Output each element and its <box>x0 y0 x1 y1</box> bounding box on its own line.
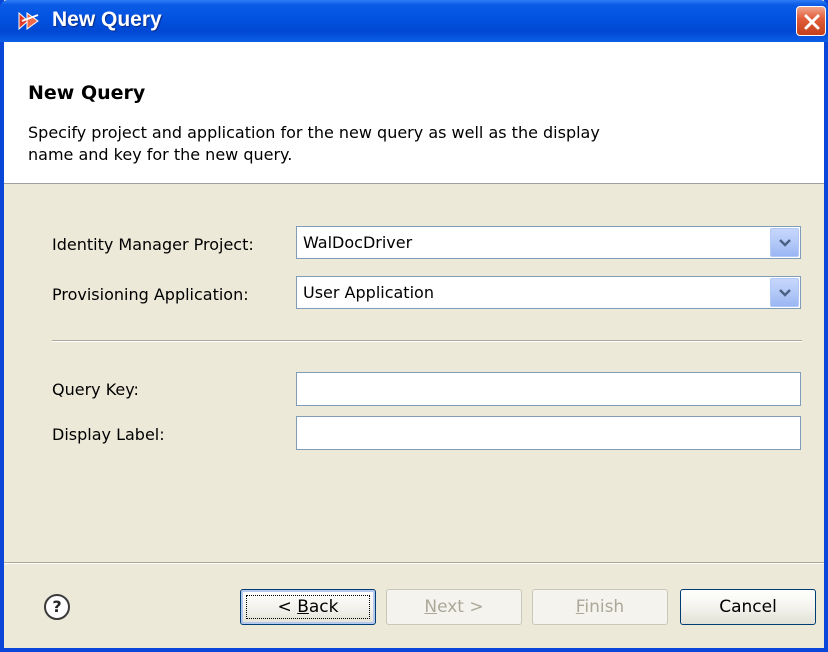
window-title: New Query <box>52 8 162 31</box>
back-prefix: < <box>277 597 298 617</box>
back-mnemonic: B <box>297 597 309 617</box>
next-mnemonic: N <box>424 597 438 617</box>
button-bar-separator <box>4 562 824 564</box>
back-rest: ack <box>308 597 339 617</box>
description-line-2: name and key for the new query. <box>28 145 293 164</box>
query-key-label: Query Key: <box>52 380 139 399</box>
display-label-label: Display Label: <box>52 425 165 444</box>
next-button[interactable]: Next > <box>386 589 522 625</box>
new-query-dialog: New Query New Query Specify project and … <box>0 0 828 652</box>
back-button[interactable]: < Back <box>240 589 376 625</box>
project-combo[interactable]: WalDocDriver <box>296 226 801 259</box>
next-rest: ext > <box>437 597 484 617</box>
close-button[interactable] <box>796 6 826 36</box>
title-bar[interactable]: New Query <box>0 0 828 42</box>
form-separator <box>52 340 802 342</box>
cancel-label: Cancel <box>719 597 777 617</box>
application-label: Provisioning Application: <box>52 285 249 304</box>
project-combo-value: WalDocDriver <box>303 233 413 252</box>
page-title: New Query <box>28 82 146 104</box>
wizard-header: New Query Specify project and applicatio… <box>4 42 824 184</box>
application-combo[interactable]: User Application <box>296 276 801 309</box>
query-key-input[interactable] <box>296 372 801 406</box>
display-label-input[interactable] <box>296 416 801 450</box>
help-icon[interactable]: ? <box>44 594 70 620</box>
application-combo-dropdown-button[interactable] <box>770 278 799 307</box>
chevron-down-icon <box>779 289 791 297</box>
close-icon <box>804 14 820 30</box>
app-logo-icon <box>18 11 39 31</box>
chevron-down-icon <box>779 239 791 247</box>
finish-button[interactable]: Finish <box>532 589 668 625</box>
project-combo-dropdown-button[interactable] <box>770 228 799 257</box>
description-line-1: Specify project and application for the … <box>28 123 600 142</box>
finish-rest: inish <box>584 597 625 617</box>
application-combo-value: User Application <box>303 283 434 302</box>
cancel-button[interactable]: Cancel <box>680 589 816 625</box>
page-description: Specify project and application for the … <box>28 122 688 166</box>
project-label: Identity Manager Project: <box>52 235 254 254</box>
